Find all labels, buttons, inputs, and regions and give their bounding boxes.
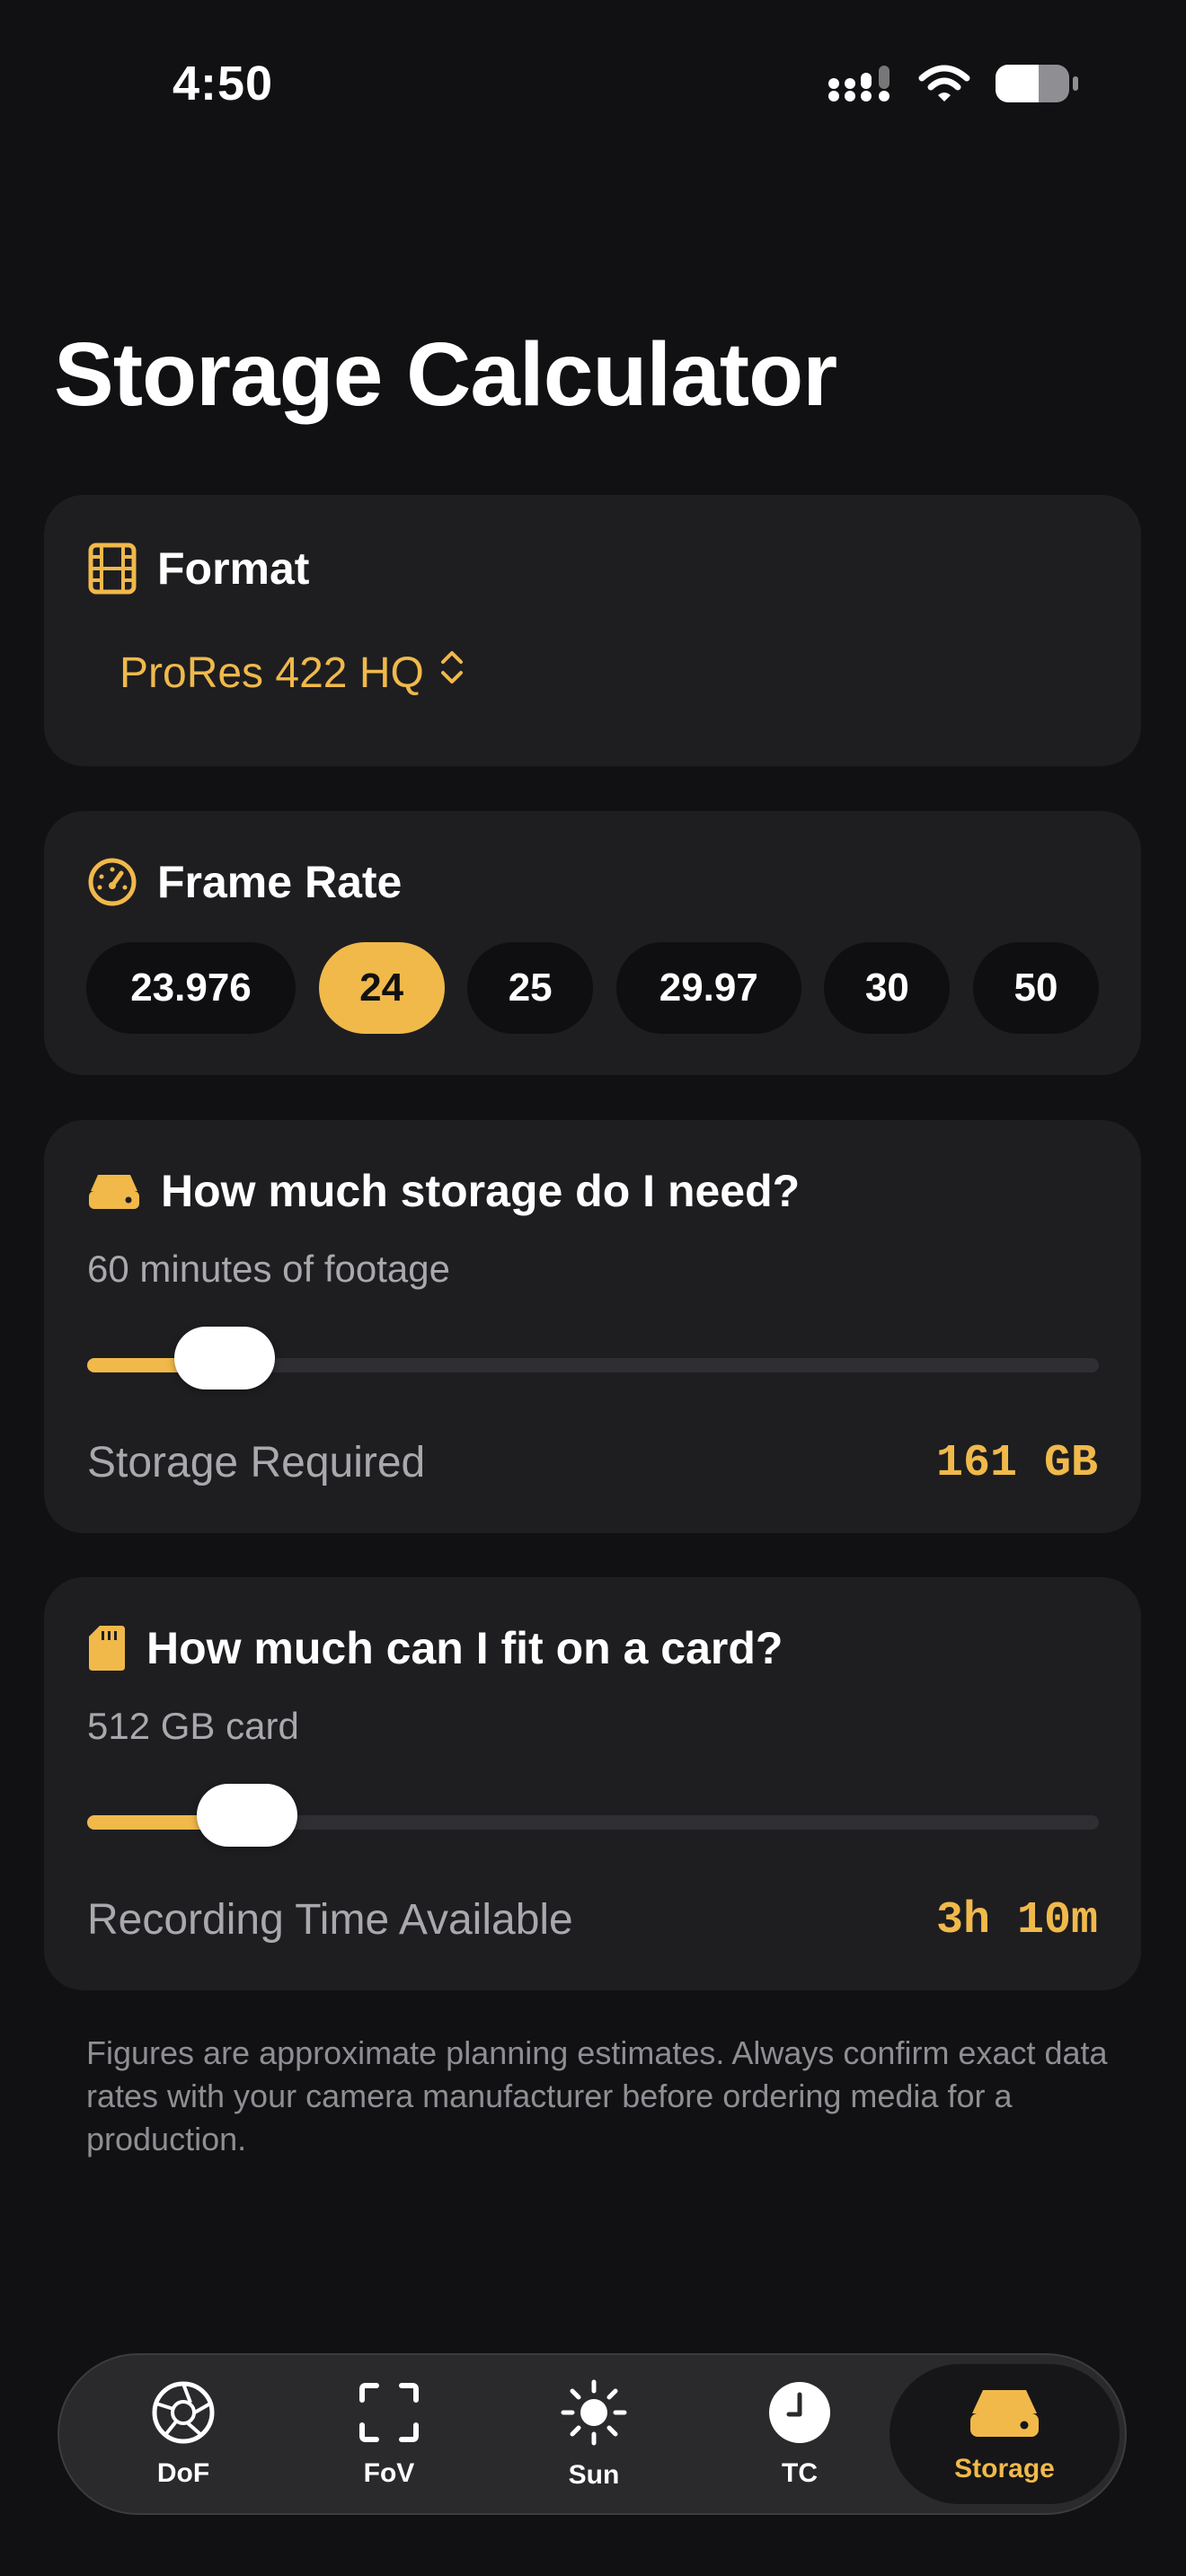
recording-time-value: 3h 10m [935,1895,1098,1946]
frame-rate-chip-24[interactable]: 24 [318,942,445,1034]
card-size-label: 512 GB card [87,1705,299,1747]
storage-drive-icon [87,1169,141,1213]
slider-thumb[interactable] [196,1784,297,1847]
tab-label: Storage [954,2453,1055,2483]
card-fit-header: How much can I fit on a card? [87,1622,783,1674]
frame-rate-header: Frame Rate [87,856,402,908]
card-fit-title: How much can I fit on a card? [146,1623,783,1673]
frame-rate-chip-25[interactable]: 25 [467,942,594,1034]
footage-duration-label: 60 minutes of footage [87,1248,450,1290]
tab-bar: DoF FoV Sun TC Storage [58,2353,1127,2515]
format-title: Format [157,543,310,594]
frame-rate-card: Frame Rate 23.976 24 25 29.97 30 50 [44,811,1141,1075]
tab-sun[interactable]: Sun [495,2355,693,2513]
aperture-icon [151,2380,216,2449]
cellular-signal-icon [828,64,895,108]
footage-duration-slider[interactable] [87,1327,1099,1389]
storage-required-label: Storage Required [87,1439,426,1486]
card-fit-card: How much can I fit on a card? 512 GB car… [44,1577,1141,1990]
frame-rate-title: Frame Rate [157,857,403,907]
format-card: Format ProRes 422 HQ [44,495,1141,766]
clock-icon [767,2380,832,2449]
format-header: Format [87,542,309,595]
tab-fov[interactable]: FoV [290,2355,488,2513]
battery-icon [994,63,1080,109]
storage-need-card: How much storage do I need? 60 minutes o… [44,1120,1141,1533]
sd-card-icon [87,1624,127,1672]
viewfinder-icon [357,2380,421,2449]
tab-storage[interactable]: Storage [890,2364,1120,2504]
wifi-icon [918,64,970,108]
frame-rate-chip-50[interactable]: 50 [972,942,1099,1034]
format-picker[interactable]: ProRes 422 HQ [119,648,465,698]
recording-time-label: Recording Time Available [87,1896,573,1944]
speedometer-icon [87,857,137,907]
sun-icon [560,2378,628,2451]
format-value: ProRes 422 HQ [119,648,424,697]
film-icon [87,542,137,595]
frame-rate-options: 23.976 24 25 29.97 30 50 [86,942,1099,1034]
storage-required-value: 161 GB [935,1438,1098,1489]
frame-rate-chip-30[interactable]: 30 [824,942,951,1034]
storage-drive-icon [969,2385,1040,2445]
status-bar: 4:50 [0,0,1186,171]
tab-label: Sun [568,2459,620,2490]
frame-rate-chip-23976[interactable]: 23.976 [86,942,296,1034]
frame-rate-chip-2997[interactable]: 29.97 [615,942,801,1034]
storage-need-header: How much storage do I need? [87,1165,800,1217]
tab-label: TC [782,2457,818,2488]
status-time: 4:50 [173,57,274,110]
status-icons [828,63,1080,109]
tab-label: FoV [363,2457,415,2488]
chevron-up-down-icon [438,648,465,698]
card-size-slider[interactable] [87,1784,1099,1847]
tab-dof[interactable]: DoF [84,2355,282,2513]
disclaimer-text: Figures are approximate planning estimat… [86,2034,1108,2157]
storage-need-title: How much storage do I need? [161,1166,801,1216]
slider-thumb[interactable] [174,1327,276,1389]
tab-tc[interactable]: TC [701,2355,898,2513]
page-title: Storage Calculator [54,324,837,425]
tab-label: DoF [156,2457,210,2488]
